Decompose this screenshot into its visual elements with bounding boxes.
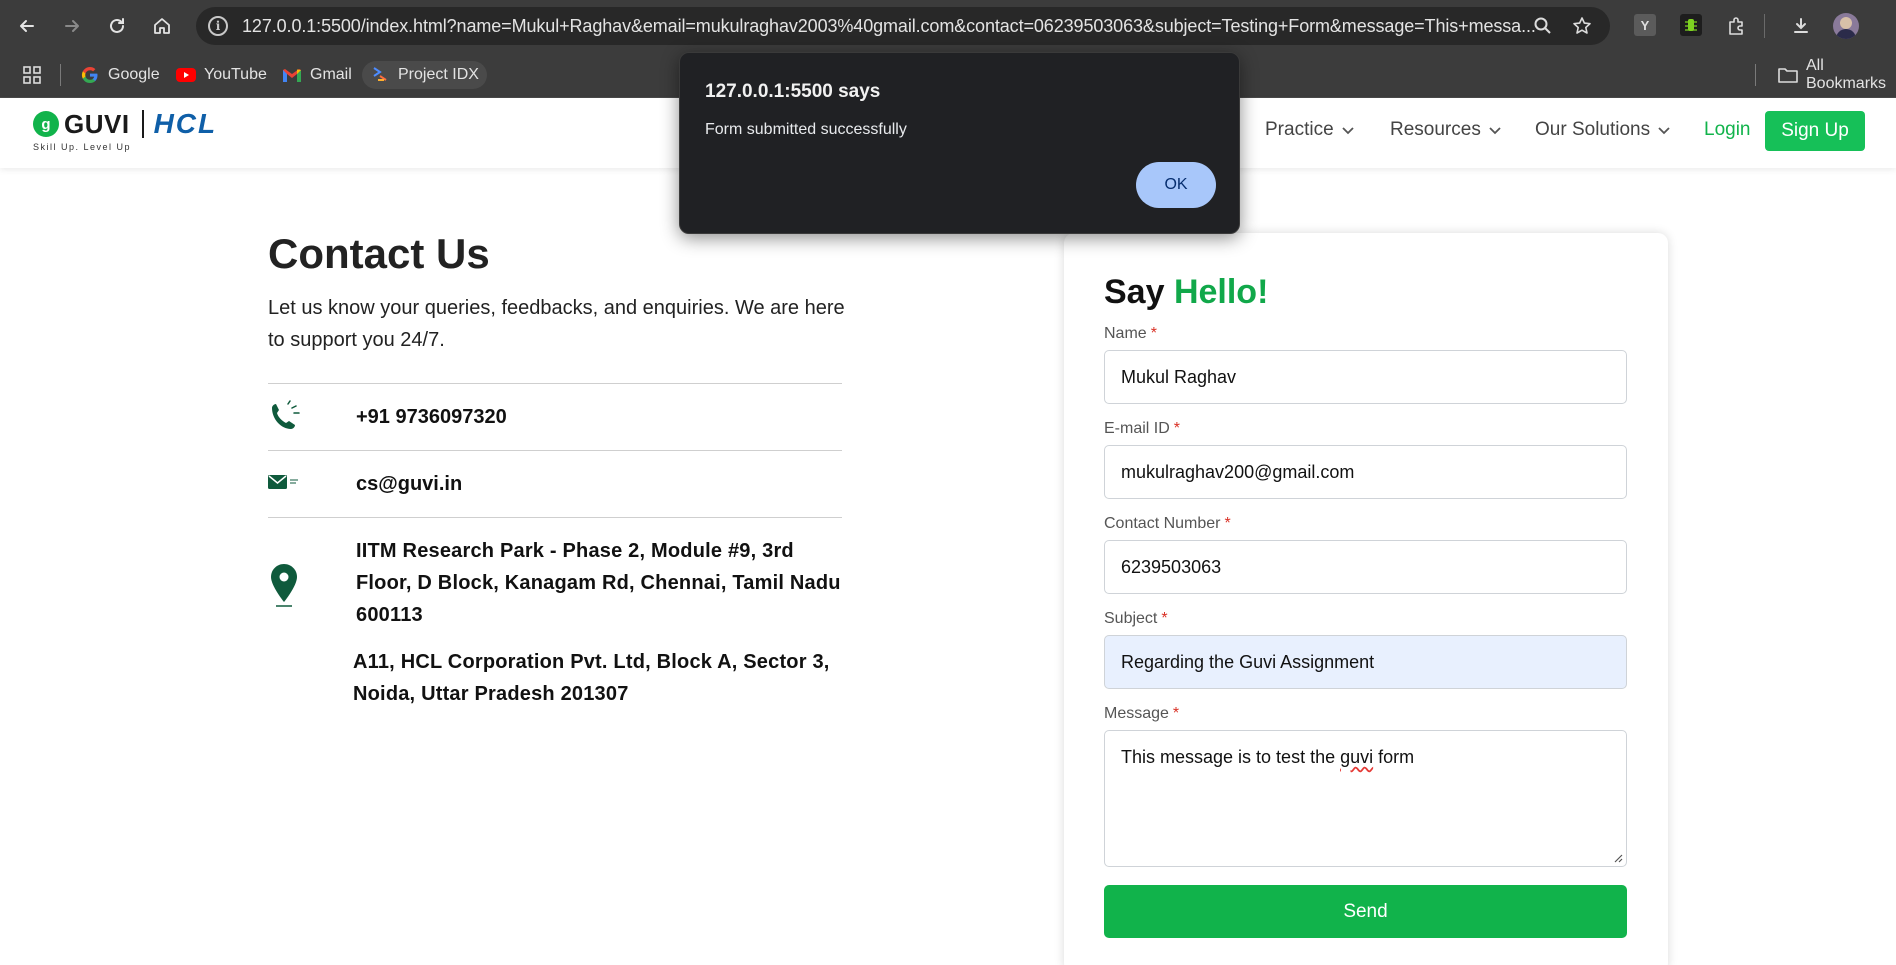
email-label-text: E-mail ID bbox=[1104, 420, 1170, 437]
message-label-text: Message bbox=[1104, 705, 1169, 722]
download-icon[interactable] bbox=[1787, 12, 1815, 40]
bookmark-label: YouTube bbox=[204, 66, 267, 83]
bookmarks-divider bbox=[1755, 64, 1756, 86]
subject-input[interactable]: Regarding the Guvi Assignment bbox=[1104, 635, 1627, 689]
bookmark-youtube[interactable]: YouTube bbox=[168, 61, 275, 89]
required-mark: * bbox=[1173, 420, 1181, 437]
logo-tagline: Skill Up. Level Up bbox=[33, 142, 132, 152]
nav-practice[interactable]: Practice bbox=[1265, 119, 1354, 141]
bookmark-project-idx[interactable]: Project IDX bbox=[362, 61, 487, 89]
address-noida: A11, HCL Corporation Pvt. Ltd, Block A, … bbox=[353, 651, 830, 705]
extension-y-icon[interactable]: Y bbox=[1634, 14, 1656, 36]
zoom-icon[interactable] bbox=[1529, 12, 1557, 40]
back-arrow-icon[interactable] bbox=[13, 12, 41, 40]
bookmark-gmail[interactable]: Gmail bbox=[274, 61, 360, 89]
contact-number-label: Contact Number * bbox=[1104, 515, 1231, 533]
logo-divider bbox=[141, 110, 144, 138]
nav-our-solutions[interactable]: Our Solutions bbox=[1535, 119, 1670, 141]
contact-divider bbox=[268, 450, 842, 451]
signup-button[interactable]: Sign Up bbox=[1765, 111, 1865, 151]
bookmark-google[interactable]: Google bbox=[72, 61, 168, 89]
contact-phone[interactable]: +91 9736097320 bbox=[356, 406, 507, 429]
bookmark-label: Google bbox=[108, 66, 160, 83]
folder-icon bbox=[1778, 65, 1798, 85]
nav-resources[interactable]: Resources bbox=[1390, 119, 1501, 141]
all-bookmarks-folder[interactable]: All Bookmarks bbox=[1770, 57, 1896, 92]
subject-label-text: Subject bbox=[1104, 610, 1158, 627]
logo-hcl-text: HCL bbox=[153, 108, 218, 139]
message-text-end: form bbox=[1373, 747, 1415, 767]
form-title-prefix: Say bbox=[1104, 273, 1165, 311]
contact-number-input[interactable]: 6239503063 bbox=[1104, 540, 1627, 594]
url-text[interactable]: 127.0.0.1:5500/index.html?name=Mukul+Rag… bbox=[242, 16, 1542, 37]
apps-grid-icon[interactable] bbox=[22, 65, 42, 90]
project-idx-icon bbox=[370, 65, 390, 85]
form-title: Say Hello! bbox=[1104, 273, 1268, 312]
alert-dialog: 127.0.0.1:5500 says Form submitted succe… bbox=[679, 52, 1240, 234]
guvi-logo-icon: g bbox=[33, 111, 59, 137]
chevron-down-icon bbox=[1489, 123, 1501, 138]
dialog-message: Form submitted successfully bbox=[705, 121, 907, 138]
address-chennai: IITM Research Park - Phase 2, Module #9,… bbox=[356, 540, 841, 626]
nav-label: Practice bbox=[1265, 119, 1334, 140]
chevron-down-icon bbox=[1658, 123, 1670, 138]
message-textarea[interactable]: This message is to test the guvi form bbox=[1104, 730, 1627, 867]
required-mark: * bbox=[1150, 325, 1157, 342]
name-input[interactable]: Mukul Raghav bbox=[1104, 350, 1627, 404]
bookmark-label: Project IDX bbox=[398, 66, 479, 83]
bookmark-star-icon[interactable] bbox=[1568, 12, 1596, 40]
logo-guvi-text: GUVI bbox=[64, 108, 130, 139]
name-label-text: Name bbox=[1104, 325, 1147, 342]
required-mark: * bbox=[1172, 705, 1180, 722]
dialog-ok-button[interactable]: OK bbox=[1136, 162, 1216, 208]
subject-label: Subject * bbox=[1104, 610, 1168, 628]
bookmark-label: Gmail bbox=[310, 66, 352, 83]
home-icon[interactable] bbox=[148, 12, 176, 40]
login-link[interactable]: Login bbox=[1704, 119, 1751, 141]
resize-handle-icon[interactable] bbox=[1613, 853, 1623, 863]
message-label: Message * bbox=[1104, 705, 1179, 723]
email-input[interactable]: mukulraghav200@gmail.com bbox=[1104, 445, 1627, 499]
gmail-icon bbox=[282, 65, 302, 85]
phone-icon bbox=[268, 400, 302, 441]
site-info-icon[interactable]: i bbox=[208, 16, 228, 36]
contact-number-label-text: Contact Number bbox=[1104, 515, 1221, 532]
browser-toolbar: i 127.0.0.1:5500/index.html?name=Mukul+R… bbox=[0, 0, 1896, 52]
location-pin-icon bbox=[268, 562, 300, 613]
contact-divider bbox=[268, 517, 842, 518]
name-label: Name * bbox=[1104, 325, 1157, 343]
form-title-accent: Hello! bbox=[1173, 273, 1269, 311]
forward-arrow-icon[interactable] bbox=[58, 12, 86, 40]
contact-email[interactable]: cs@guvi.in bbox=[356, 473, 462, 496]
extensions-puzzle-icon[interactable] bbox=[1722, 12, 1750, 40]
dialog-title: 127.0.0.1:5500 says bbox=[705, 81, 881, 102]
nav-label: Resources bbox=[1390, 119, 1481, 140]
address-bar[interactable]: i 127.0.0.1:5500/index.html?name=Mukul+R… bbox=[196, 7, 1610, 45]
profile-avatar[interactable] bbox=[1833, 13, 1859, 39]
message-misspelled-word: guvi bbox=[1340, 747, 1374, 767]
reload-icon[interactable] bbox=[103, 12, 131, 40]
mail-icon bbox=[268, 475, 302, 496]
google-icon bbox=[80, 65, 100, 85]
contact-divider bbox=[268, 383, 842, 384]
contact-title: Contact Us bbox=[268, 230, 490, 277]
extension-bug-icon[interactable] bbox=[1680, 14, 1702, 36]
contact-form-card: Say Hello! Name * Mukul Raghav E-mail ID *… bbox=[1064, 233, 1668, 965]
chevron-down-icon bbox=[1342, 123, 1354, 138]
send-button[interactable]: Send bbox=[1104, 885, 1627, 938]
toolbar-divider bbox=[1764, 14, 1765, 38]
contact-description: Let us know your queries, feedbacks, and… bbox=[268, 297, 845, 351]
required-mark: * bbox=[1161, 610, 1168, 627]
required-mark: * bbox=[1224, 515, 1231, 532]
nav-label: Our Solutions bbox=[1535, 119, 1651, 140]
email-label: E-mail ID * bbox=[1104, 420, 1180, 438]
youtube-icon bbox=[176, 65, 196, 85]
all-bookmarks-label: All Bookmarks bbox=[1806, 57, 1887, 92]
message-text-start: This message is to test the bbox=[1121, 747, 1341, 767]
bookmarks-divider bbox=[60, 64, 61, 86]
guvi-hcl-logo[interactable]: g GUVI HCL Skill Up. Level Up bbox=[33, 108, 217, 160]
